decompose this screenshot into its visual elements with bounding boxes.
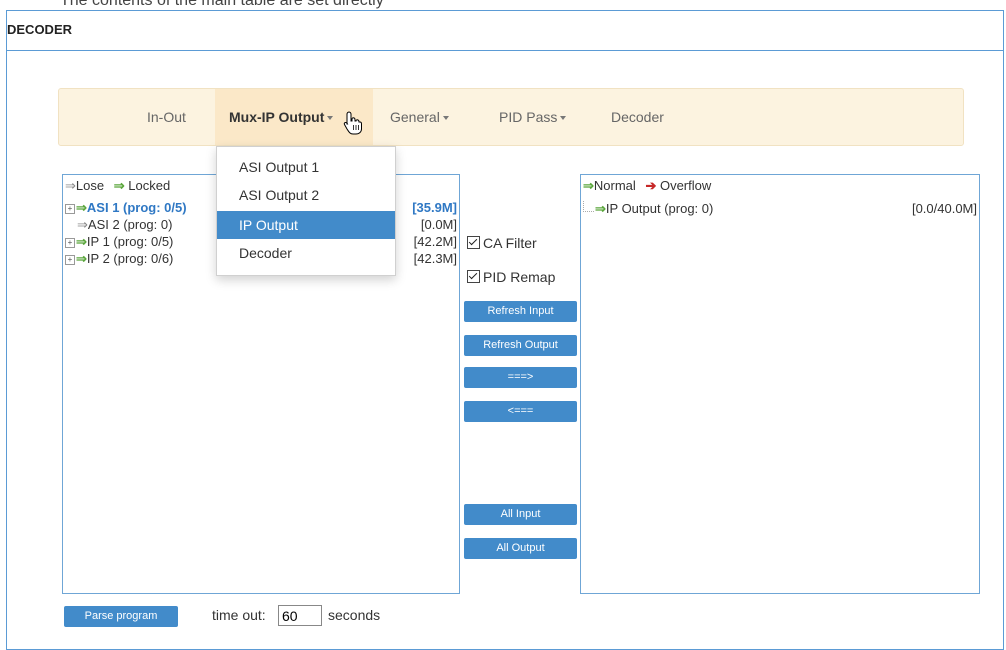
ca-filter-label: CA Filter [483,235,537,251]
checkbox-checked-icon[interactable] [467,236,480,249]
expand-icon[interactable]: + [65,254,75,265]
dropdown-item-asi-output-2[interactable]: ASI Output 2 [217,181,395,209]
green-arrow-icon: ⇒ [113,178,125,193]
legend-locked: Locked [128,178,171,193]
title-divider [6,50,1004,51]
checkbox-checked-icon[interactable] [467,270,480,283]
output-legend: ⇒Normal ➔ Overflow [583,178,711,194]
legend-normal: Normal [593,178,636,193]
expand-icon[interactable]: + [65,237,75,248]
remove-from-output-button[interactable]: <=== [464,401,577,422]
tree-bitrate: [35.9M] [412,200,457,215]
legend-overflow: Overflow [659,178,712,193]
all-input-button[interactable]: All Input [464,504,577,525]
dropdown-item-decoder[interactable]: Decoder [217,239,395,267]
timeout-label: time out: [212,607,266,623]
tree-bitrate: [42.3M] [413,251,457,266]
chevron-down-icon [327,116,334,121]
input-legend: ⇒Lose ⇒ Locked [65,178,170,194]
green-arrow-icon: ⇒ [583,178,594,193]
mux-ip-output-dropdown: ASI Output 1 ASI Output 2 IP Output Deco… [216,146,396,276]
green-arrow-icon: ⇒ [76,251,87,266]
tree-row[interactable]: ⇒IP Output (prog: 0) [0.0/40.0M] [583,201,977,217]
timeout-input[interactable] [278,605,322,626]
green-arrow-icon: ⇒ [76,234,87,249]
nav-general[interactable]: General [390,89,449,145]
hand-cursor-icon [343,111,362,135]
red-arrow-icon: ➔ [645,178,657,193]
tree-bitrate: [0.0M] [420,217,457,232]
nav-bar: In-Out Mux-IP Output General PID Pass De… [58,88,964,146]
dropdown-item-asi-output-1[interactable]: ASI Output 1 [217,153,395,181]
tree-label[interactable]: IP Output (prog: 0) [606,201,713,216]
tree-label[interactable]: ASI 1 (prog: 0/5) [87,200,187,215]
nav-in-out[interactable]: In-Out [147,89,186,145]
nav-pid-pass[interactable]: PID Pass [499,89,567,145]
tree-bitrate: [42.2M] [413,234,457,249]
page-title: DECODER [7,22,73,37]
add-to-output-button[interactable]: ===> [464,367,577,388]
chevron-down-icon [442,116,449,121]
tree-bitrate: [0.0/40.0M] [911,201,977,216]
cutoff-text: The contents of the main table are set d… [60,0,384,9]
tree-label[interactable]: IP 1 (prog: 0/5) [87,234,173,249]
pid-remap-checkbox[interactable]: PID Remap [467,269,555,285]
all-output-button[interactable]: All Output [464,538,577,559]
seconds-label: seconds [328,607,381,623]
refresh-output-button[interactable]: Refresh Output [464,335,577,356]
green-arrow-icon: ⇒ [76,200,87,215]
pid-remap-label: PID Remap [483,269,556,285]
chevron-down-icon [560,116,567,121]
top-cutoff: The contents of the main table are set d… [0,0,1006,10]
nav-decoder[interactable]: Decoder [611,89,664,145]
green-arrow-icon: ⇒ [595,201,606,216]
ca-filter-checkbox[interactable]: CA Filter [467,235,537,251]
tree-connector [583,201,594,212]
tree-label[interactable]: IP 2 (prog: 0/6) [87,251,173,266]
grey-arrow-icon: ⇒ [65,178,76,193]
grey-arrow-icon: ⇒ [77,217,88,232]
expand-icon[interactable]: + [65,203,75,214]
legend-lose: Lose [75,178,105,193]
tree-label[interactable]: ASI 2 (prog: 0) [88,217,173,232]
output-panel[interactable]: ⇒Normal ➔ Overflow ⇒IP Output (prog: 0) … [580,174,980,594]
parse-program-button[interactable]: Parse program [64,606,178,627]
refresh-input-button[interactable]: Refresh Input [464,301,577,322]
dropdown-item-ip-output[interactable]: IP Output [217,211,395,239]
